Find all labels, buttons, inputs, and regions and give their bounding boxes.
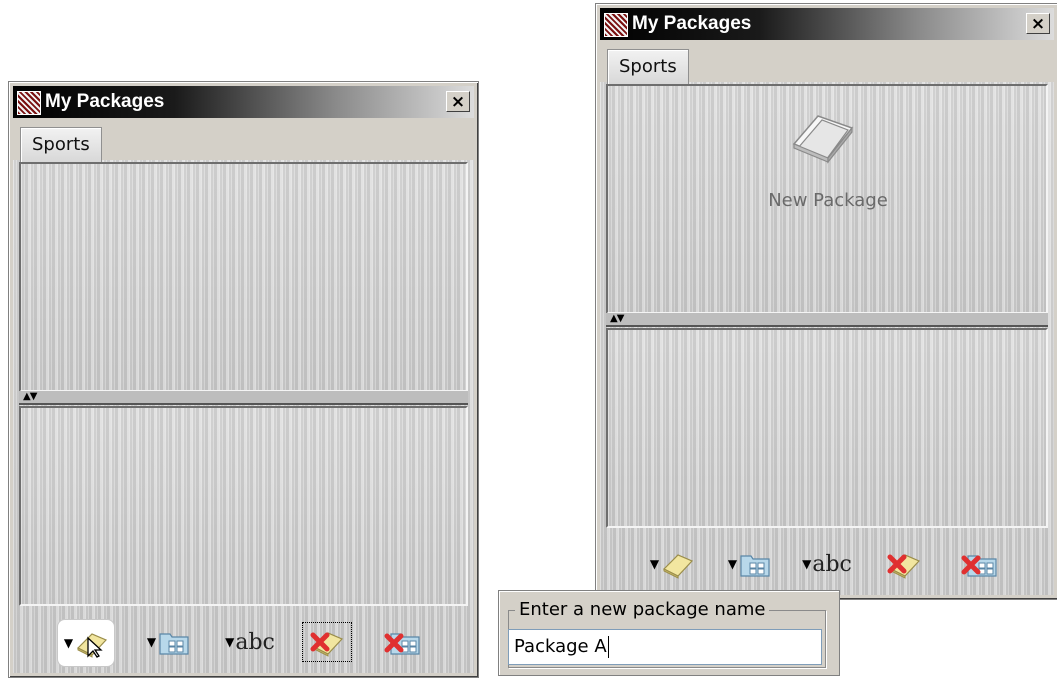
new-package-button[interactable]: ▼ (644, 541, 700, 587)
new-folder-icon (740, 555, 770, 577)
rename-button[interactable]: ▼ abc (219, 619, 281, 665)
delete-package-icon (887, 554, 921, 579)
close-button[interactable]: × (446, 91, 470, 112)
new-package-icon (663, 554, 694, 579)
title-bar[interactable]: My Packages × (13, 86, 474, 118)
rename-icon: abc (235, 629, 275, 655)
new-package-icon (77, 633, 108, 658)
dropdown-arrow-icon: ▼ (146, 635, 157, 649)
window-body: ▲▼ ▼ ▼ ▼ abc (13, 160, 474, 673)
new-folder-button[interactable]: ▼ (141, 619, 197, 665)
rename-icon: abc (812, 551, 852, 577)
window-title: My Packages (45, 91, 165, 112)
delete-package-icon (310, 632, 344, 657)
title-bar[interactable]: My Packages × (600, 8, 1054, 40)
packages-pane[interactable]: New Package (606, 84, 1048, 314)
tab-sports[interactable]: Sports (20, 127, 102, 162)
package-label[interactable]: New Package (728, 190, 928, 211)
new-package-button[interactable]: ▼ (57, 619, 115, 667)
delete-package-button[interactable] (876, 541, 932, 587)
pane-splitter[interactable]: ▲▼ (606, 313, 1048, 327)
new-package-name-dialog: Enter a new package name Package A (498, 590, 840, 676)
window-title: My Packages (632, 13, 752, 34)
app-icon (17, 91, 41, 115)
package-icon (792, 115, 854, 164)
dropdown-arrow-icon: ▼ (649, 557, 660, 571)
tab-sports[interactable]: Sports (607, 49, 689, 84)
dropdown-arrow-icon: ▼ (225, 635, 235, 649)
toolbar: ▼ ▼ ▼ abc (13, 613, 474, 673)
new-folder-button[interactable]: ▼ (722, 541, 778, 587)
name-group-label: Enter a new package name (515, 599, 770, 620)
contents-pane[interactable] (606, 328, 1048, 528)
delete-folder-icon (961, 555, 997, 577)
packages-pane[interactable] (19, 162, 468, 392)
splitter-arrows-icon[interactable]: ▲▼ (23, 392, 37, 402)
app-icon (604, 13, 628, 37)
package-name-value: Package A (514, 636, 607, 657)
dropdown-arrow-icon: ▼ (63, 636, 74, 650)
package-name-input[interactable]: Package A (508, 629, 822, 665)
close-button[interactable]: × (1026, 13, 1050, 34)
delete-package-button[interactable] (299, 619, 355, 665)
splitter-arrows-icon[interactable]: ▲▼ (610, 314, 624, 324)
dropdown-arrow-icon: ▼ (727, 557, 738, 571)
pane-splitter[interactable]: ▲▼ (19, 391, 468, 405)
dropdown-arrow-icon: ▼ (802, 557, 812, 571)
toolbar: ▼ ▼ ▼ abc (600, 535, 1054, 595)
window-body: New Package ▲▼ ▼ ▼ ▼ abc (600, 82, 1054, 595)
my-packages-window-right: My Packages × Sports New Package ▲▼ ▼ ▼ … (595, 3, 1057, 600)
rename-button[interactable]: ▼ abc (796, 541, 858, 587)
delete-folder-button[interactable] (952, 541, 1008, 587)
text-caret (607, 636, 609, 658)
delete-folder-button[interactable] (375, 619, 431, 665)
package-item[interactable] (788, 104, 858, 174)
my-packages-window-left: My Packages × Sports ▲▼ ▼ ▼ ▼ abc (8, 81, 479, 678)
contents-pane[interactable] (19, 406, 468, 606)
delete-folder-icon (384, 633, 420, 655)
new-folder-icon (159, 633, 189, 655)
